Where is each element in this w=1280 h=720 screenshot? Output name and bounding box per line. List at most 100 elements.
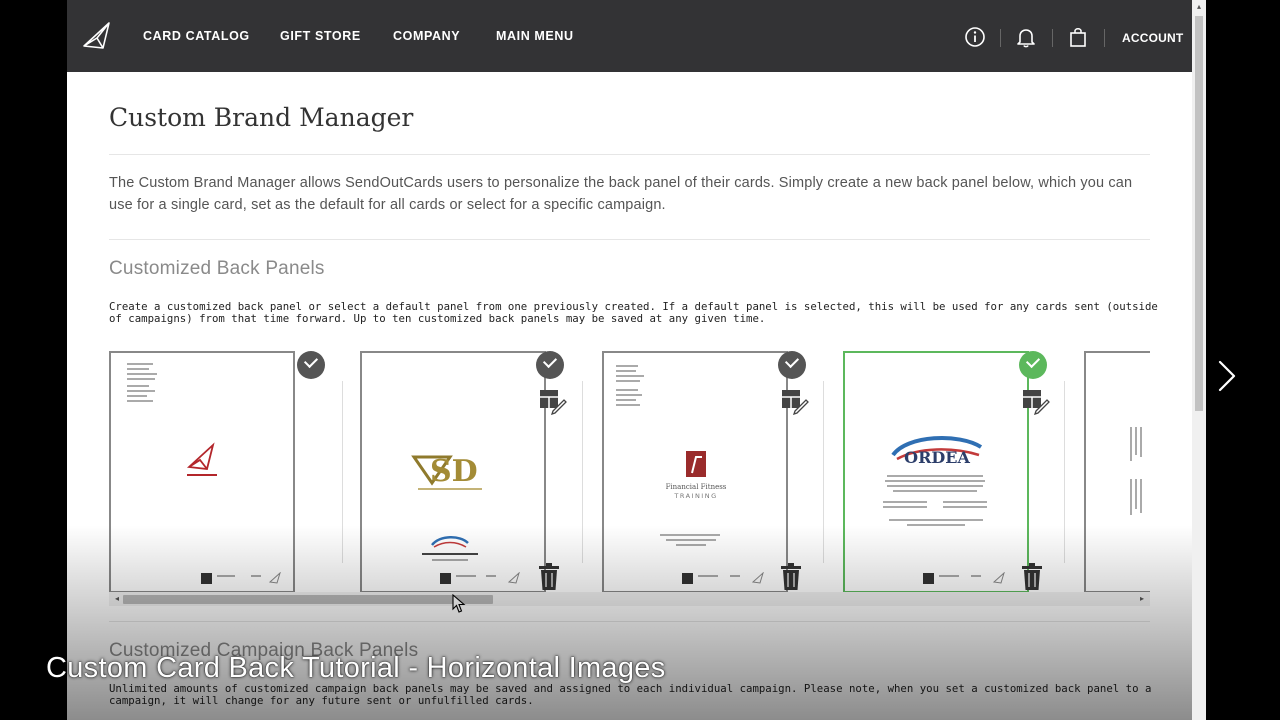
panel-divider: [823, 381, 824, 563]
back-panel-card[interactable]: Financial Fitness TRAINING: [602, 351, 788, 592]
back-panel-card[interactable]: [1084, 351, 1150, 592]
address-text-line: [616, 380, 640, 382]
shopping-bag-icon[interactable]: [1067, 26, 1089, 48]
divider: [109, 621, 1150, 622]
address-text-line: [616, 394, 642, 396]
contact-text-line: [883, 501, 927, 503]
footer-text-line: [971, 575, 981, 577]
address-text-line: [616, 404, 640, 406]
back-panel-card[interactable]: [109, 351, 295, 592]
nav-divider: [1052, 29, 1053, 47]
divider: [109, 154, 1150, 155]
footer-text-line: [217, 575, 235, 577]
panel-divider: [582, 381, 583, 563]
address-text-line: [127, 395, 147, 397]
website-text-line: [422, 553, 478, 555]
nav-company[interactable]: COMPANY: [393, 29, 460, 43]
ordea-logo-icon: ORDEA: [891, 436, 983, 467]
address-text-line: [127, 385, 149, 387]
qr-code: [682, 573, 693, 584]
page-title: Custom Brand Manager: [109, 103, 414, 132]
top-navigation-bar: CARD CATALOG GIFT STORE COMPANY MAIN MEN…: [67, 0, 1192, 72]
small-plane-icon: [508, 572, 520, 584]
contact-text-line: [660, 534, 720, 536]
nav-divider: [1000, 29, 1001, 47]
scroll-up-arrow-icon[interactable]: ▴: [1192, 0, 1206, 14]
body-text-line: [887, 485, 983, 487]
account-link[interactable]: ACCOUNT: [1122, 31, 1183, 45]
campaign-section-description: Unlimited amounts of customized campaign…: [109, 682, 1152, 707]
address-text-line: [616, 365, 638, 367]
website-text-line: [907, 524, 965, 526]
rotated-text-line: [1140, 427, 1142, 457]
address-text-line: [616, 399, 636, 401]
page: CARD CATALOG GIFT STORE COMPANY MAIN MEN…: [67, 0, 1192, 720]
carousel-scrollbar[interactable]: ◂ ▸: [109, 592, 1150, 606]
contact-text-line: [883, 506, 927, 508]
address-text-line: [889, 519, 983, 521]
rotated-text-line: [1135, 479, 1137, 509]
intro-text: The Custom Brand Manager allows SendOutC…: [109, 175, 1133, 213]
address-text-line: [616, 375, 644, 377]
divider: [109, 239, 1150, 240]
footer-text-line: [698, 575, 718, 577]
footer-text-line: [939, 575, 959, 577]
trash-icon[interactable]: [779, 563, 803, 591]
rotated-text-line: [1130, 479, 1132, 515]
footer-text-line: [486, 575, 496, 577]
section-title: Customized Back Panels: [109, 258, 325, 279]
qr-code: [201, 573, 212, 584]
address-text-line: [127, 400, 153, 402]
address-text-line: [616, 370, 636, 372]
body-text-line: [887, 475, 983, 477]
address-text-line: [616, 389, 638, 391]
set-default-check-icon[interactable]: [536, 351, 564, 379]
ordea-small-logo-icon: [431, 536, 469, 548]
rotated-text-line: [1130, 427, 1132, 461]
trash-icon[interactable]: [1020, 563, 1044, 591]
info-icon[interactable]: [964, 26, 986, 48]
set-default-check-icon[interactable]: [297, 351, 325, 379]
page-vertical-scrollbar[interactable]: ▴: [1192, 0, 1206, 720]
rotated-text-line: [1135, 427, 1137, 455]
panel-divider: [342, 381, 343, 563]
back-panel-carousel: SD Financial Fitness TRAINING ORDEA: [109, 351, 1150, 592]
address-text-line: [127, 373, 157, 375]
footer-text-line: [251, 575, 261, 577]
nav-card-catalog[interactable]: CARD CATALOG: [143, 29, 250, 43]
vertical-scrollbar-thumb[interactable]: [1195, 16, 1203, 411]
edit-panel-icon[interactable]: [781, 389, 809, 415]
phone-text-line: [432, 559, 468, 561]
default-selected-check-icon[interactable]: [1019, 351, 1047, 379]
scrollbar-thumb[interactable]: [123, 595, 493, 604]
svg-text:TRAINING: TRAINING: [673, 492, 717, 500]
trash-icon[interactable]: [537, 563, 561, 591]
body-text-line: [885, 480, 985, 482]
nav-gift-store[interactable]: GIFT STORE: [280, 29, 361, 43]
edit-panel-icon[interactable]: [539, 389, 567, 415]
panel-divider: [1064, 381, 1065, 563]
back-panel-card-selected[interactable]: ORDEA: [843, 351, 1029, 592]
back-panel-card[interactable]: SD: [360, 351, 546, 592]
svg-text:Financial Fitness: Financial Fitness: [666, 483, 727, 491]
bell-icon[interactable]: [1015, 26, 1037, 48]
nav-main-menu[interactable]: MAIN MENU: [496, 29, 574, 43]
body-text-line: [893, 490, 977, 492]
video-caption: Custom Card Back Tutorial - Horizontal I…: [46, 652, 666, 684]
scroll-right-arrow-icon[interactable]: ▸: [1136, 592, 1148, 606]
nav-divider: [1104, 29, 1105, 47]
scroll-left-arrow-icon[interactable]: ◂: [111, 592, 123, 606]
edit-panel-icon[interactable]: [1022, 389, 1050, 415]
paper-plane-logo-icon[interactable]: [81, 20, 113, 52]
mouse-cursor-icon: [452, 594, 466, 613]
set-default-check-icon[interactable]: [778, 351, 806, 379]
contact-text-line: [943, 501, 987, 503]
svg-text:ORDEA: ORDEA: [904, 448, 970, 467]
qr-code: [440, 573, 451, 584]
small-plane-icon: [269, 572, 281, 584]
address-text-line: [127, 390, 155, 392]
next-chevron-icon[interactable]: [1212, 356, 1242, 396]
address-text-line: [127, 378, 155, 380]
qr-code: [923, 573, 934, 584]
rotated-text-line: [1140, 479, 1142, 513]
